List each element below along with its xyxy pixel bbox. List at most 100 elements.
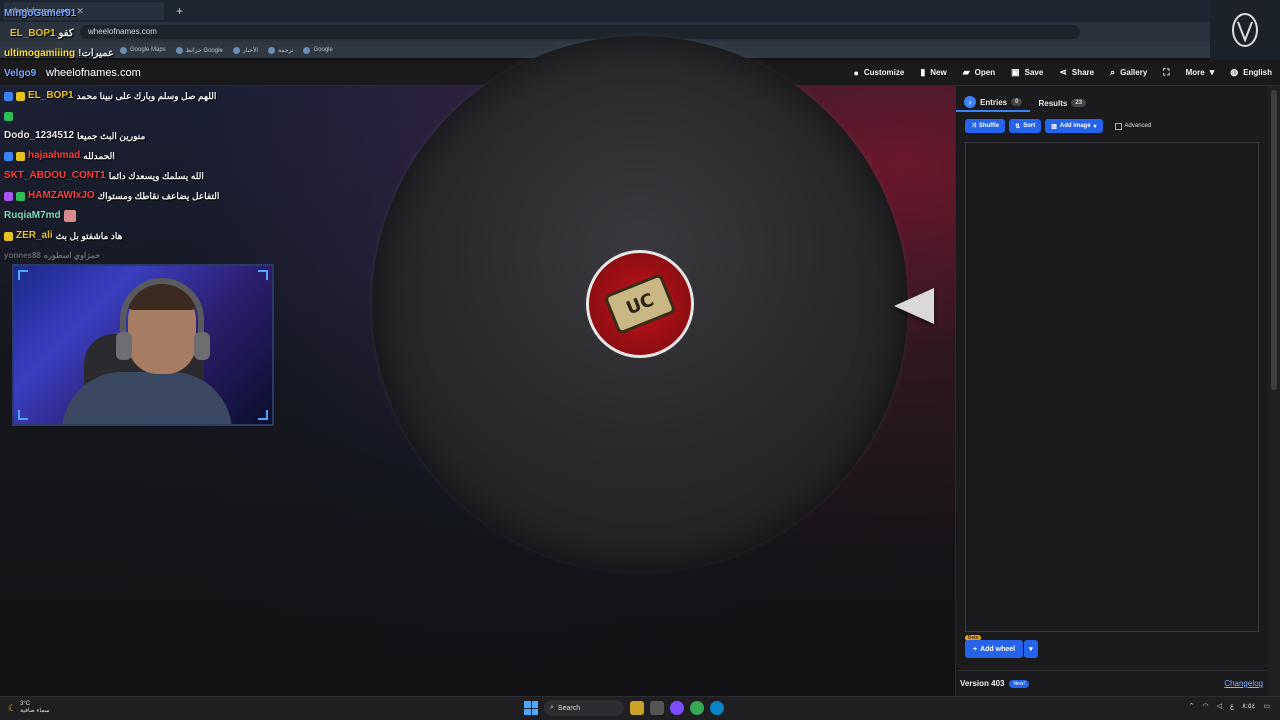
tab-count: 0 (1011, 98, 1023, 106)
advanced-toggle[interactable]: Advanced (1114, 122, 1152, 130)
changelog-link[interactable]: Changelog (1224, 679, 1263, 688)
sort-button[interactable]: ⇅ Sort (1009, 119, 1042, 133)
nav-label: Customize (863, 68, 905, 77)
settings-icon[interactable] (650, 701, 664, 715)
folder-icon: ▰ (962, 67, 970, 77)
taskbar-search[interactable]: ⌕ Search (544, 700, 624, 716)
chat-message: RuqiaM7md (4, 206, 334, 226)
entries-textarea[interactable] (965, 142, 1259, 632)
chat-username: ZER_ali (16, 230, 53, 241)
shuffle-icon: ⤨ (971, 122, 976, 129)
search-icon: ⌕ (550, 704, 554, 711)
badge-icon (16, 191, 25, 201)
nav-label: New (930, 68, 947, 77)
tab-label: Entries (980, 97, 1008, 107)
chat-username: RuqiaM7md (4, 210, 61, 221)
tab-entries[interactable]: › Entries 0 (956, 94, 1031, 112)
chat-username: ultimogamiiing (4, 48, 76, 59)
open-button[interactable]: ▰ Open (963, 67, 995, 78)
chat-text: هاد ماشفتو بل بث (55, 231, 123, 241)
more-button[interactable]: More ▾ (1186, 67, 1215, 78)
share-icon: ⋖ (1059, 67, 1067, 77)
channel-logo (1210, 0, 1280, 60)
chat-message: EL_BOP1 اللهم صل وسلم وبارك على نبينا مح… (4, 86, 334, 106)
image-icon: ▧ (1051, 123, 1057, 130)
weather-info: 3°C سماء صافية (20, 701, 50, 715)
heart-icon (4, 111, 13, 121)
palette-icon: ● (853, 67, 859, 78)
app-icon[interactable] (670, 701, 684, 715)
sort-icon: ⇅ (1015, 123, 1021, 130)
version-label: Version 403 (960, 679, 1005, 688)
webcam-feed (12, 264, 274, 426)
edge-icon[interactable] (710, 701, 724, 715)
wheel-hub[interactable]: UC (586, 250, 694, 358)
language-indicator[interactable]: ع (1230, 702, 1234, 710)
windows-start-icon[interactable] (524, 701, 538, 715)
save-button[interactable]: ▣ Save (1011, 67, 1043, 78)
chat-message (4, 106, 334, 126)
file-explorer-icon[interactable] (630, 701, 644, 715)
advanced-label: Advanced (1124, 123, 1152, 129)
nav-label: English (1243, 68, 1272, 77)
button-label: Sort (1023, 123, 1036, 129)
add-wheel-button[interactable]: + Add wheel (965, 640, 1024, 658)
add-wheel-dropdown[interactable]: ▾ (1024, 640, 1038, 658)
emote-icon (63, 210, 76, 222)
weather-widget[interactable]: ☾ 3°C سماء صافية (8, 701, 50, 715)
badge-icon (4, 191, 13, 201)
shuffle-button[interactable]: ⤨ Shuffle (965, 119, 1006, 133)
fullscreen-button[interactable]: ⛶ (1163, 67, 1169, 78)
clock[interactable]: ٨:٥٤ (1242, 702, 1255, 710)
nav-menu: ● Customize ▮ New ▰ Open ▣ Save ⋖ Share ⌕ Gall… (853, 67, 1272, 78)
customize-button[interactable]: ● Customize (853, 68, 904, 78)
search-label: Search (557, 704, 581, 712)
chat-message: ultimogamiiing !عميرات (4, 44, 344, 64)
globe-icon: ◍ (1230, 67, 1239, 77)
chat-text: منورين البث جميعا (77, 131, 146, 141)
earcup-right (194, 332, 210, 360)
entries-actions: ⤨ Shuffle ⇅ Sort ▧ Add image ▾ Advanced (965, 119, 1151, 133)
chat-message: HAMZAWIxJO التفاعل يضاعف نقاطك ومستواك (4, 186, 334, 206)
chat-message: Dodo_1234512 منورين البث جميعا (4, 126, 334, 146)
checkbox[interactable] (1114, 122, 1122, 130)
plus-icon: + (973, 645, 978, 653)
share-button[interactable]: ⋖ Share (1059, 67, 1094, 78)
taskbar-apps: ⌕ Search (524, 700, 724, 716)
badge-icon (4, 151, 13, 161)
volume-icon[interactable]: ◁ (1217, 702, 1222, 710)
entries-panel: › Entries 0 Results 23 ⤨ Shuffle ⇅ Sort ▧ A… (955, 86, 1269, 696)
chat-username: EL_BOP1 (28, 90, 74, 101)
chevron-right-icon[interactable]: › (964, 96, 976, 108)
chrome-icon[interactable] (690, 701, 704, 715)
tab-count: 23 (1071, 99, 1087, 107)
search-icon: ⌕ (1110, 67, 1116, 77)
gallery-button[interactable]: ⌕ Gallery (1110, 67, 1147, 78)
hub-text: UC (623, 289, 657, 319)
button-label: Shuffle (978, 123, 1000, 129)
new-button[interactable]: ▮ New (920, 67, 946, 78)
tab-results[interactable]: Results 23 (1030, 94, 1094, 112)
scrollbar-thumb[interactable] (1271, 90, 1277, 390)
notification-icon[interactable]: ▭ (1263, 702, 1270, 710)
frame-corner (18, 270, 28, 280)
chevron-up-icon[interactable]: ⌃ (1189, 702, 1195, 710)
frame-corner (18, 410, 28, 420)
moon-icon: ☾ (8, 702, 17, 713)
crown-icon (16, 91, 25, 101)
chat-username: Dodo_1234512 (4, 130, 75, 141)
chat-username: EL_BOP1 (10, 28, 56, 39)
panel-footer: Version 403 New! Changelog (956, 670, 1269, 696)
language-button[interactable]: ◍ English (1230, 67, 1272, 78)
wifi-icon[interactable]: ◠ (1202, 702, 1208, 710)
chevron-down-icon: ▾ (1209, 67, 1215, 77)
chat-username: hajaahmad (28, 150, 81, 161)
page-scrollbar[interactable] (1268, 86, 1280, 696)
chat-text: التفاعل يضاعف نقاطك ومستواك (97, 191, 220, 201)
new-badge: New! (1009, 679, 1029, 688)
chat-message: MingoGamer91 (4, 4, 344, 24)
add-image-button[interactable]: ▧ Add image ▾ (1045, 119, 1103, 133)
nav-label: Open (974, 68, 996, 77)
logo-icon (1232, 13, 1258, 47)
chat-message: SKT_ABDOU_CONT1 الله يسلمك ويسعدك دائما (4, 166, 334, 186)
